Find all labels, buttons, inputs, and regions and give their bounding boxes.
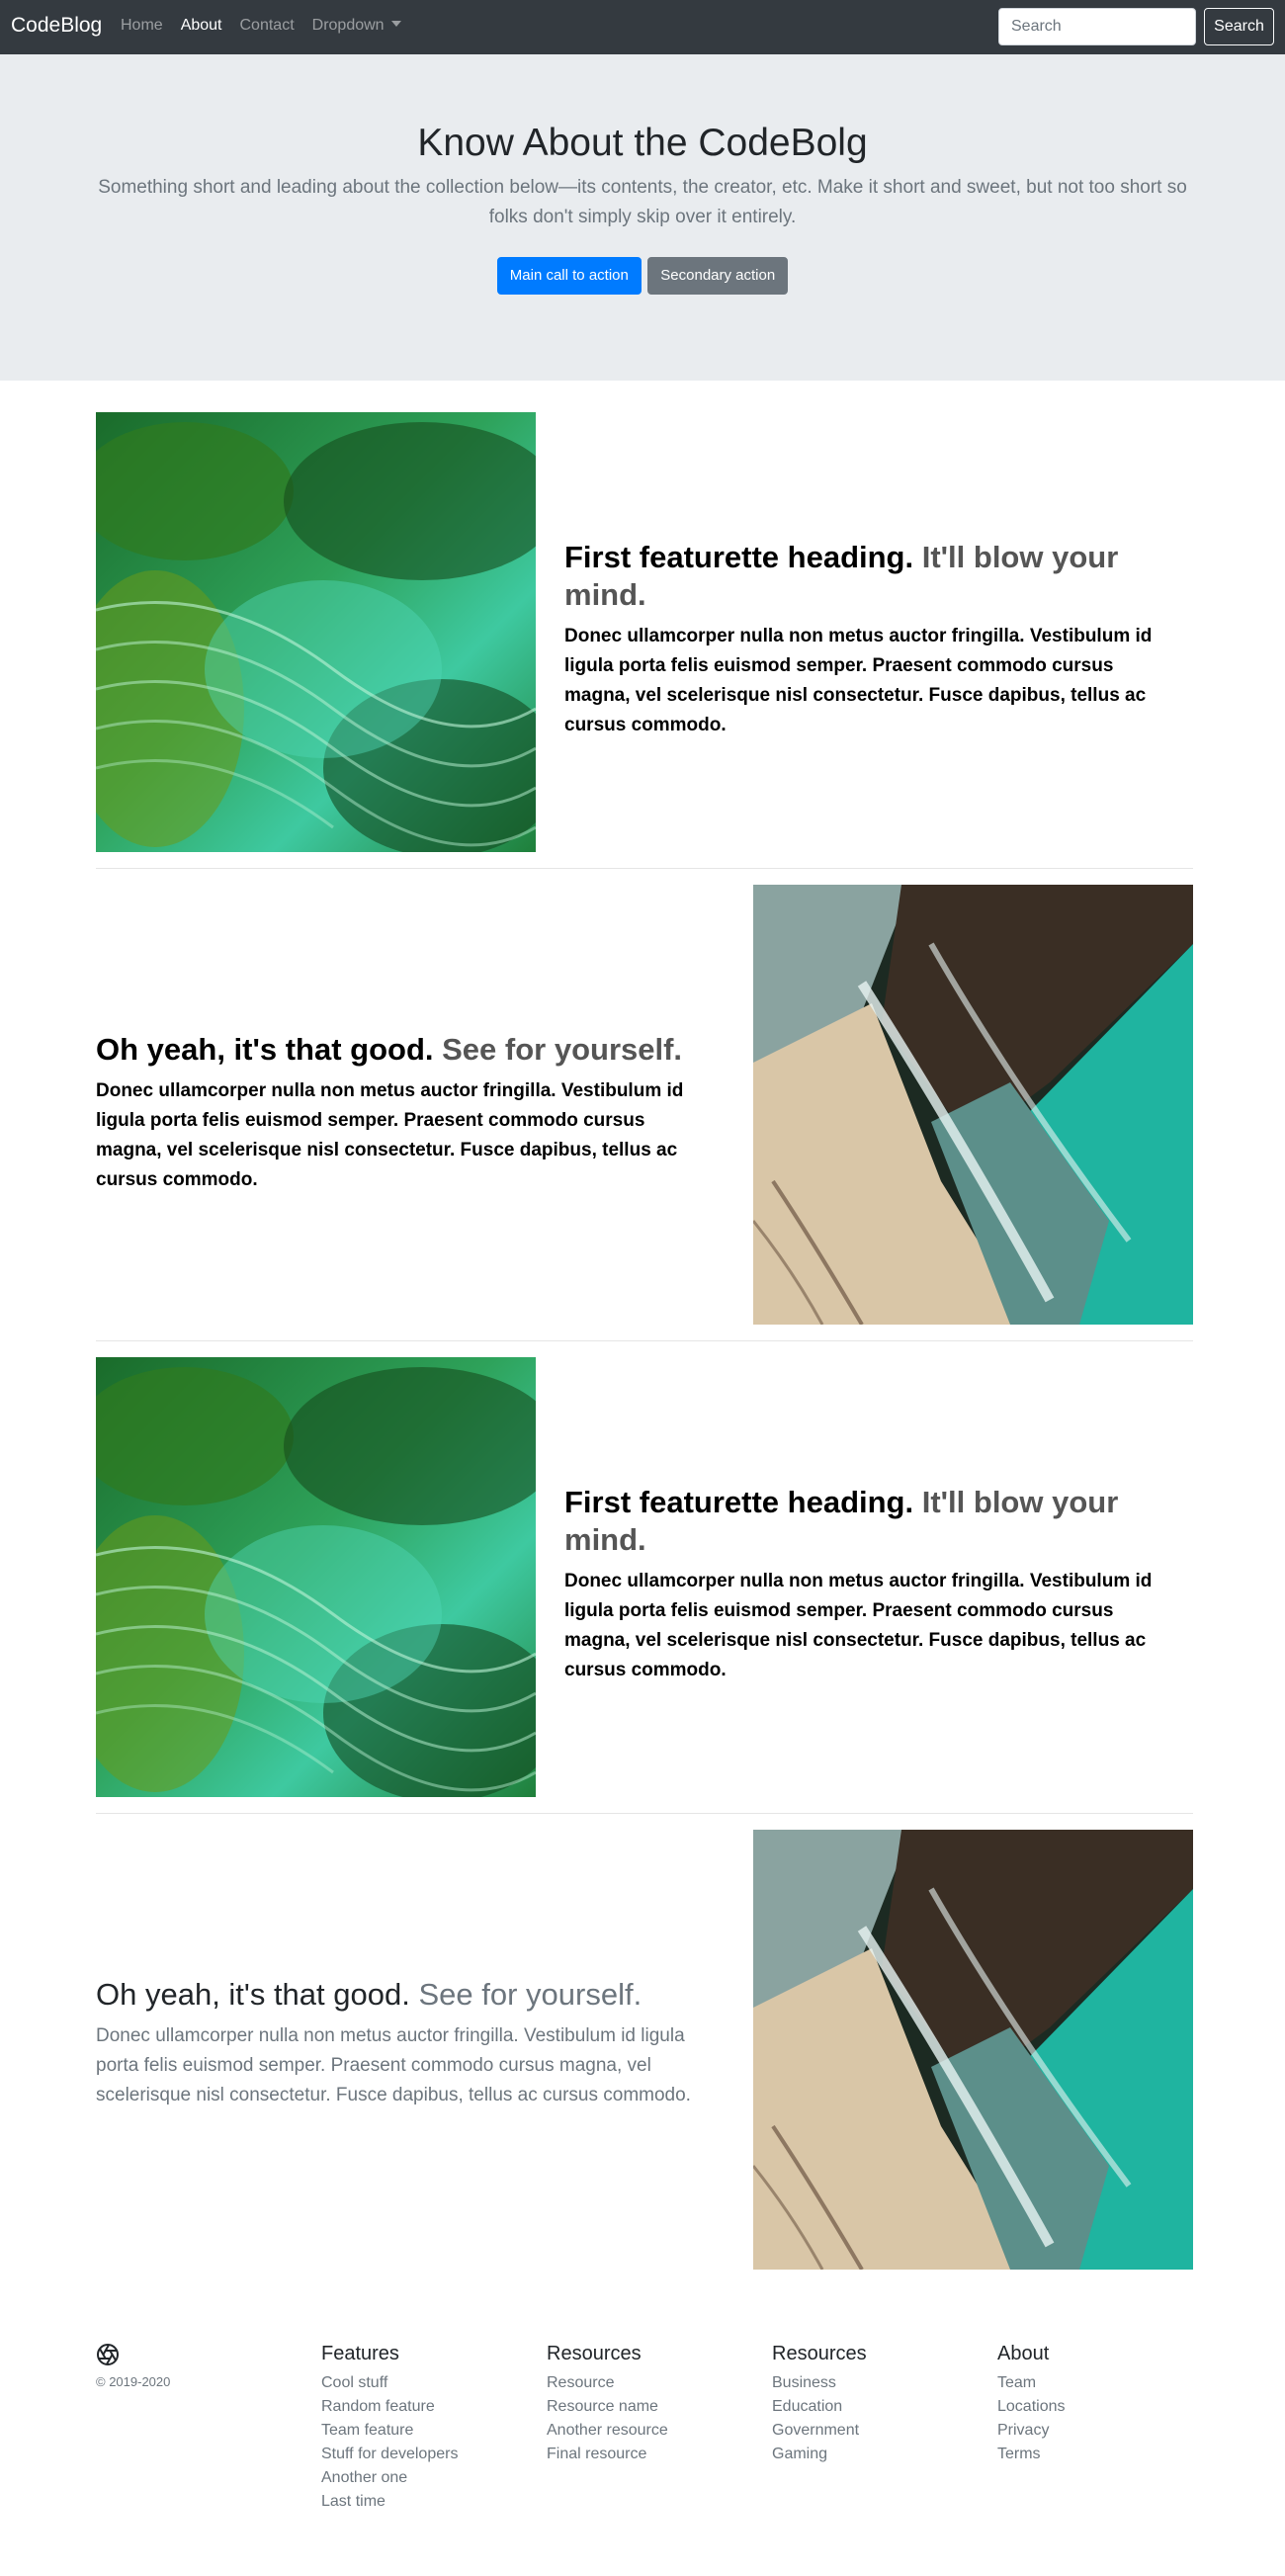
feature-text: First featurette heading. It'll blow you… [564,1484,1177,1685]
feature-body: Donec ullamcorper nulla non metus auctor… [564,1571,1153,1680]
footer-link[interactable]: Last time [321,2490,519,2514]
featurette-1: First featurette heading. It'll blow you… [96,412,1193,852]
footer-column-title: Resources [547,2343,642,2364]
footer-copyright: © 2019-2020 [96,2374,171,2389]
footer-link[interactable]: Final resource [547,2443,744,2466]
nav-links: Home About Contact Dropdown [121,17,419,35]
feature-text: First featurette heading. It'll blow you… [564,539,1177,740]
footer-link[interactable]: Gaming [772,2443,970,2466]
footer-link[interactable]: Random feature [321,2395,519,2419]
footer-column-resources: Resources Resource Resource name Another… [547,2343,744,2466]
feature-heading: Oh yeah, it's that good. See for yoursel… [96,1031,709,1069]
feature-text: Oh yeah, it's that good. See for yoursel… [96,1031,709,1195]
feature-heading-main: Oh yeah, it's that good. [96,1977,410,2012]
footer-link[interactable]: Another resource [547,2419,744,2443]
feature-heading-main: Oh yeah, it's that good. [96,1032,434,1067]
nav-link-contact[interactable]: Contact [240,17,295,35]
footer-link[interactable]: Education [772,2395,970,2419]
secondary-action-button[interactable]: Secondary action [647,257,789,295]
feature-image-beach [753,1830,1193,2270]
hero-lead: Something short and leading about the co… [98,177,1187,227]
search-button[interactable]: Search [1204,8,1274,45]
main-cta-button[interactable]: Main call to action [496,257,642,295]
search-input[interactable] [998,8,1196,45]
nav-link-home[interactable]: Home [121,17,163,35]
footer-link[interactable]: Team [997,2371,1195,2395]
featurette-divider [96,1340,1193,1341]
footer-link[interactable]: Privacy [997,2419,1195,2443]
navbar-brand[interactable]: CodeBlog [11,14,102,38]
feature-image-beach [753,885,1193,1325]
footer-column-features: Features Cool stuff Random feature Team … [321,2343,519,2514]
featurette-3: First featurette heading. It'll blow you… [96,1357,1193,1797]
feature-heading: First featurette heading. It'll blow you… [564,539,1177,614]
footer-column-title: Features [321,2343,399,2364]
footer-link[interactable]: Business [772,2371,970,2395]
hero-buttons: Main call to action Secondary action [0,257,1285,295]
nav-dropdown[interactable]: Dropdown [312,17,401,35]
footer-link[interactable]: Team feature [321,2419,519,2443]
hero-title: Know About the CodeBolg [417,122,868,164]
feature-image-reef [96,1357,536,1797]
footer-column-resources-2: Resources Business Education Government … [772,2343,970,2466]
featurette-2: Oh yeah, it's that good. See for yoursel… [96,885,1193,1325]
footer-column-title: Resources [772,2343,867,2364]
nav-link-about[interactable]: About [181,17,222,35]
footer-link[interactable]: Government [772,2419,970,2443]
feature-body: Donec ullamcorper nulla non metus auctor… [564,626,1153,735]
feature-heading-main: First featurette heading. [564,1485,914,1519]
featurette-divider [96,1813,1193,1814]
footer-link[interactable]: Stuff for developers [321,2443,519,2466]
footer: © 2019-2020 Features Cool stuff Random f… [96,2323,1193,2521]
footer-link[interactable]: Another one [321,2466,519,2490]
featurette-divider [96,868,1193,869]
featurette-4: Oh yeah, it's that good. See for yoursel… [96,1830,1193,2270]
footer-link[interactable]: Resource name [547,2395,744,2419]
footer-link[interactable]: Resource [547,2371,744,2395]
nav-dropdown-label: Dropdown [311,17,385,34]
feature-text: Oh yeah, it's that good. See for yoursel… [96,1976,709,2110]
hero: Know About the CodeBolg Something short … [0,54,1285,381]
footer-link[interactable]: Terms [997,2443,1195,2466]
footer-column-about: About Team Locations Privacy Terms [997,2343,1195,2466]
feature-body: Donec ullamcorper nulla non metus auctor… [96,2025,691,2105]
feature-heading-muted: See for yourself. [442,1032,683,1067]
feature-image-reef [96,412,536,852]
footer-link[interactable]: Locations [997,2395,1195,2419]
feature-heading: Oh yeah, it's that good. See for yoursel… [96,1976,709,2014]
feature-body: Donec ullamcorper nulla non metus auctor… [96,1080,684,1190]
footer-link[interactable]: Cool stuff [321,2371,519,2395]
aperture-icon [97,2344,119,2365]
navbar: CodeBlog Home About Contact Dropdown Sea… [0,0,1285,54]
feature-heading-main: First featurette heading. [564,540,914,574]
feature-heading-muted: See for yourself. [418,1977,642,2012]
feature-heading: First featurette heading. It'll blow you… [564,1484,1177,1559]
caret-down-icon [390,21,401,27]
footer-column-title: About [997,2343,1050,2364]
